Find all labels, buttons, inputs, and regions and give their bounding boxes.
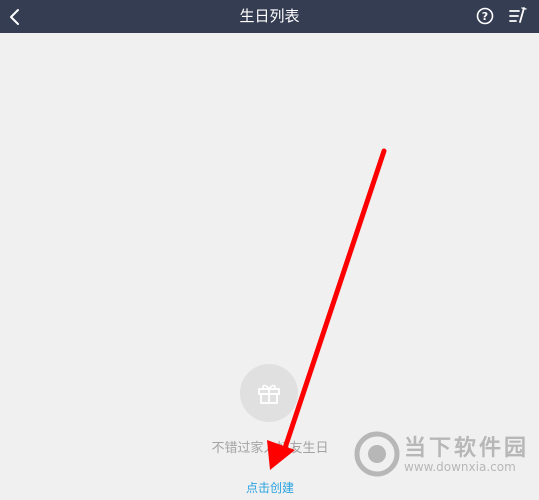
red-arrow-annotation: [267, 148, 387, 470]
watermark: 当下软件园 www.downxia.com: [354, 430, 534, 480]
downxia-logo-icon: [354, 431, 400, 477]
empty-state-message: 不错过家人好友生日: [211, 441, 329, 456]
list-edit-icon: [509, 7, 527, 23]
gift-icon: [258, 384, 280, 404]
question-circle-icon: ?: [476, 7, 494, 25]
svg-text:?: ?: [482, 10, 488, 23]
empty-state-gift: [240, 364, 298, 422]
edit-list-button[interactable]: [507, 5, 529, 27]
header-bar: 生日列表 ?: [0, 0, 539, 33]
watermark-name: 当下软件园: [404, 436, 530, 461]
page-title: 生日列表: [239, 7, 300, 25]
watermark-url: www.downxia.com: [404, 460, 516, 474]
create-link[interactable]: 点击创建: [230, 479, 310, 496]
help-button[interactable]: ?: [475, 6, 495, 26]
